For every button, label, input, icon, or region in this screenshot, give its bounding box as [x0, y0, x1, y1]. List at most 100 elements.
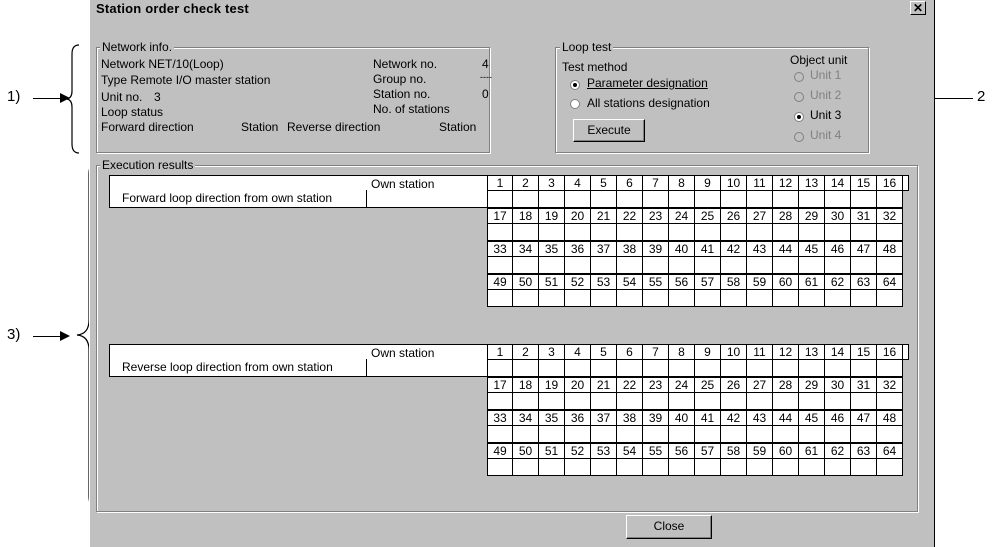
station-value-cell — [747, 426, 773, 443]
station-number-cell: 12 — [773, 175, 799, 191]
station-value-cell — [877, 426, 903, 443]
station-number-cell: 21 — [591, 208, 617, 224]
station-value-cell — [669, 191, 695, 208]
station-number-cell: 45 — [799, 241, 825, 257]
window-title: Station order check test — [96, 1, 249, 16]
station-number-cell: 8 — [669, 344, 695, 360]
station-number-cell: 5 — [591, 344, 617, 360]
station-number-cell: 27 — [747, 377, 773, 393]
station-number-cell: 18 — [513, 377, 539, 393]
station-number-cell: 23 — [643, 208, 669, 224]
station-value-cell — [773, 360, 799, 377]
station-value-cell — [539, 426, 565, 443]
station-number-cell: 10 — [721, 344, 747, 360]
station-value-cell — [695, 393, 721, 410]
station-value-cell — [617, 191, 643, 208]
station-value-cell — [695, 224, 721, 241]
station-value-cell — [643, 257, 669, 274]
station-number-cell: 56 — [669, 443, 695, 459]
station-value-cell — [773, 459, 799, 476]
station-number-cell: 44 — [773, 241, 799, 257]
all-stations-label[interactable]: All stations designation — [587, 96, 710, 110]
station-value-cell — [877, 393, 903, 410]
station-number-cell: 26 — [721, 208, 747, 224]
station-number-cell: 46 — [825, 410, 851, 426]
station-value-cell — [669, 360, 695, 377]
station-number-cell: 37 — [591, 241, 617, 257]
station-value-cell — [747, 360, 773, 377]
station-value-cell — [539, 290, 565, 307]
station-value-cell — [825, 257, 851, 274]
station-number-cell: 15 — [851, 344, 877, 360]
station-value-cell — [539, 459, 565, 476]
all-stations-radio[interactable] — [570, 99, 580, 109]
station-no-value: 0 — [482, 87, 489, 101]
station-value-cell — [643, 191, 669, 208]
title-bar: Station order check test ✕ — [90, 0, 934, 18]
station-number-cell: 56 — [669, 274, 695, 290]
unit-3-radio[interactable] — [794, 112, 804, 122]
station-number-cell: 43 — [747, 241, 773, 257]
unit-4-radio[interactable] — [794, 132, 804, 142]
station-number-cell: 11 — [747, 344, 773, 360]
station-number-cell: 44 — [773, 410, 799, 426]
station-number-cell: 22 — [617, 208, 643, 224]
station-number-cell: 38 — [617, 410, 643, 426]
annotation-3-arrowhead — [60, 331, 70, 341]
station-value-cell — [565, 360, 591, 377]
unit-no-value: 3 — [154, 90, 161, 104]
station-number-cell: 57 — [695, 443, 721, 459]
station-number-cell: 1 — [487, 175, 513, 191]
station-value-cell — [825, 393, 851, 410]
station-number-cell: 30 — [825, 377, 851, 393]
station-value-cell — [851, 393, 877, 410]
station-value-cell — [513, 290, 539, 307]
parameter-designation-radio[interactable] — [570, 80, 580, 90]
station-value-cell — [539, 257, 565, 274]
station-number-cell: 39 — [643, 241, 669, 257]
station-number-cell: 28 — [773, 377, 799, 393]
station-value-cell — [877, 257, 903, 274]
station-number-cell: 61 — [799, 274, 825, 290]
station-value-cell — [539, 191, 565, 208]
station-number-cell: 16 — [877, 175, 903, 191]
station-value-cell — [513, 459, 539, 476]
station-value-cell — [695, 459, 721, 476]
close-icon[interactable]: ✕ — [910, 1, 926, 15]
station-number-cell: 2 — [513, 344, 539, 360]
station-number-cell: 33 — [487, 241, 513, 257]
parameter-designation-label[interactable]: Parameter designation — [587, 76, 708, 90]
station-number-cell: 41 — [695, 410, 721, 426]
station-number-cell: 22 — [617, 377, 643, 393]
station-value-cell — [617, 257, 643, 274]
station-value-cell — [799, 360, 825, 377]
station-value-cell — [695, 426, 721, 443]
station-value-cell — [721, 224, 747, 241]
station-number-cell: 52 — [565, 443, 591, 459]
station-number-cell: 63 — [851, 443, 877, 459]
unit-1-radio[interactable] — [794, 72, 804, 82]
station-value-cell — [591, 290, 617, 307]
close-button[interactable]: Close — [626, 515, 712, 539]
reverse-own-station-header: Own station — [371, 346, 435, 360]
unit-2-radio[interactable] — [794, 92, 804, 102]
station-number-cell: 21 — [591, 377, 617, 393]
execute-button[interactable]: Execute — [573, 119, 645, 142]
station-number-cell: 40 — [669, 410, 695, 426]
station-number-cell: 15 — [851, 175, 877, 191]
reverse-table: Own station Reverse loop direction from … — [109, 344, 909, 494]
station-value-cell — [643, 224, 669, 241]
station-value-cell — [799, 224, 825, 241]
station-value-cell — [643, 426, 669, 443]
station-number-cell: 53 — [591, 443, 617, 459]
station-number-cell: 25 — [695, 208, 721, 224]
station-value-cell — [747, 257, 773, 274]
station-number-cell: 17 — [487, 377, 513, 393]
station-value-cell — [487, 360, 513, 377]
station-value-cell — [487, 426, 513, 443]
station-value-cell — [721, 290, 747, 307]
annotation-3: 3) — [7, 326, 21, 343]
reverse-direction-label: Reverse direction — [287, 120, 381, 134]
station-value-cell — [669, 459, 695, 476]
station-value-cell — [669, 290, 695, 307]
